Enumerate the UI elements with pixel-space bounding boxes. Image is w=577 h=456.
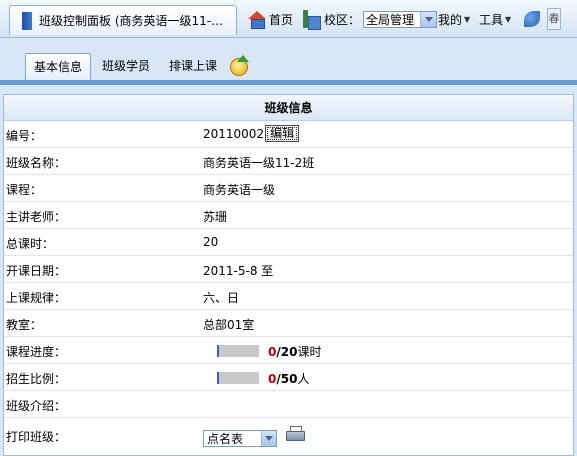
course-name: 商务英语一级 [203,183,276,197]
enrollment-progress-bar [217,372,259,384]
my-menu[interactable]: 我的 ▼ [438,9,470,29]
home-label: 首页 [269,12,294,27]
field-label: 课程进度： [6,345,67,359]
field-label: 招生比例： [6,372,67,386]
caret-down-icon: ▼ [464,14,471,24]
schedule-days: 六、日 [203,291,240,305]
campus-icon [301,10,321,30]
bird-icon [522,9,542,29]
field-label: 总课时： [6,237,55,251]
course-progress-value: 0/20课时 [268,343,321,360]
field-label: 教室： [6,318,43,332]
printer-icon[interactable] [286,426,305,441]
caret-down-icon: ▼ [505,14,512,24]
info-row-name: 班级名称： 商务英语一级11-2班 [4,148,573,175]
tab-basic-info[interactable]: 基本信息 [25,53,92,80]
progress-unit: 课时 [297,345,322,359]
classroom: 总部01室 [203,318,255,332]
field-label: 开课日期： [6,264,67,278]
course-progress-bar [217,345,259,357]
teacher-name: 苏珊 [203,210,228,224]
field-label: 打印班级： [6,430,67,444]
total-hours: 20 [203,235,219,249]
field-label: 班级名称： [6,156,67,170]
print-type-value: 点名表 [207,432,244,446]
campus-select-value: 全局管理 [366,12,415,27]
field-label: 主讲老师： [6,210,67,224]
class-info-panel: 班级信息 编号： 20110002 编辑 班级名称： 商务英语一级11-2班 课程… [3,94,574,456]
document-icon [22,11,32,30]
campus-select[interactable]: 全局管理 [363,10,438,28]
tab-class-students[interactable]: 班级学员 [94,53,158,80]
my-menu-label: 我的 [438,12,463,27]
print-type-select[interactable]: 点名表 [203,430,277,447]
panel-title: 班级信息 [4,95,573,121]
chevron-down-icon [420,11,437,27]
top-toolbar: 班级控制面板 (商务英语一级11-… 首页 校区： 全局管理 我的 ▼ 工具 ▼… [0,0,577,38]
info-row-intro: 班级介绍： [4,391,573,418]
enrollment-value: 0/50人 [268,370,309,387]
info-row-code: 编号： 20110002 编辑 [4,121,573,148]
start-date: 2011-5-8 至 [203,264,274,278]
field-value: 20110002 编辑 [203,125,300,144]
home-link[interactable]: 首页 [248,9,293,29]
refresh-icon[interactable] [229,55,249,76]
progress-total: /20 [276,345,298,359]
skin-button[interactable]: 春 [547,8,561,30]
class-name: 商务英语一级11-2班 [203,156,315,170]
info-row-hours: 总课时： 20 [4,229,573,256]
info-row-start-date: 开课日期： 2011-5-8 至 [4,256,573,283]
edit-button[interactable]: 编辑 [265,125,300,142]
tab-scheduling[interactable]: 排课上课 [161,53,225,80]
window-tab-title: 班级控制面板 (商务英语一级11-… [39,14,224,28]
info-row-teacher: 主讲老师： 苏珊 [4,202,573,229]
field-label: 编号： [6,129,43,143]
info-row-schedule: 上课规律： 六、日 [4,283,573,310]
theme-button[interactable] [522,9,542,29]
chevron-down-icon [261,431,276,446]
enroll-total: /50 [276,372,298,386]
field-label: 上课规律： [6,291,67,305]
tools-menu[interactable]: 工具 ▼ [479,9,511,29]
info-row-print: 打印班级： 点名表 [4,418,573,454]
field-label: 课程： [6,183,43,197]
tab-bar-divider [0,80,577,85]
tools-menu-label: 工具 [479,12,504,27]
home-icon [248,11,266,29]
info-row-room: 教室： 总部01室 [4,310,573,337]
class-code: 20110002 [203,127,265,141]
campus-selector: 校区： 全局管理 [301,9,438,30]
field-label: 班级介绍： [6,399,67,413]
info-row-progress: 课程进度： 0/20课时 [4,337,573,364]
window-tab[interactable]: 班级控制面板 (商务英语一级11-… [9,5,237,35]
campus-label: 校区： [324,12,361,27]
info-row-course: 课程： 商务英语一级 [4,175,573,202]
enroll-unit: 人 [297,372,310,386]
info-row-enrollment: 招生比例： 0/50人 [4,364,573,391]
